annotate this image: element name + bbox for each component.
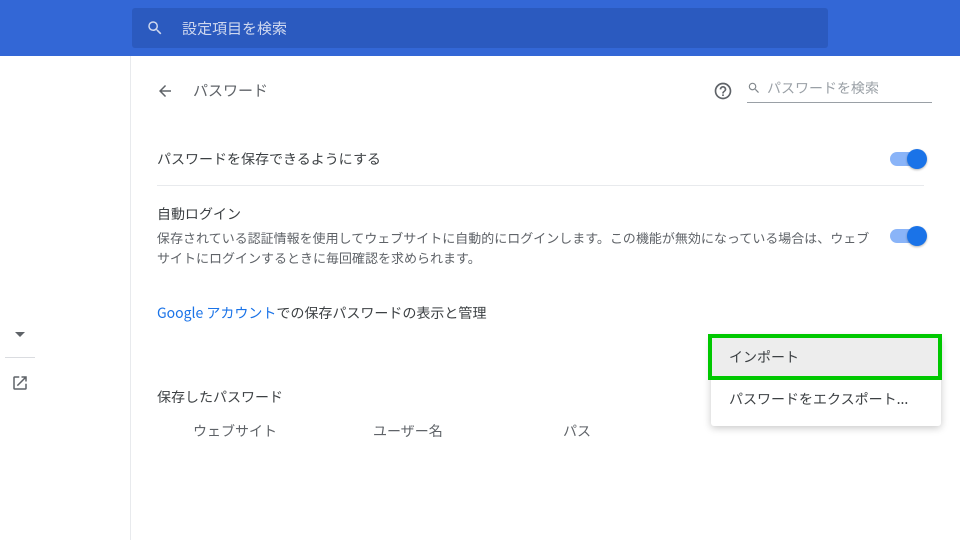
arrow-back-icon bbox=[156, 82, 174, 100]
col-website: ウェブサイト bbox=[193, 421, 373, 441]
settings-search-placeholder: 設定項目を検索 bbox=[182, 18, 287, 39]
page-title: パスワード bbox=[193, 80, 268, 101]
offer-save-row: パスワードを保存できるようにする bbox=[157, 131, 924, 186]
help-button[interactable] bbox=[713, 81, 733, 101]
top-app-bar: 設定項目を検索 bbox=[0, 0, 960, 56]
col-username: ユーザー名 bbox=[373, 421, 563, 441]
auto-signin-toggle[interactable] bbox=[890, 229, 924, 243]
password-options-menu: インポート パスワードをエクスポート... bbox=[711, 336, 941, 426]
auto-signin-title: 自動ログイン bbox=[157, 204, 870, 224]
col-password: パス bbox=[563, 421, 591, 441]
settings-search[interactable]: 設定項目を検索 bbox=[132, 8, 828, 48]
password-search-placeholder: パスワードを検索 bbox=[767, 78, 879, 98]
auto-signin-desc: 保存されている認証情報を使用してウェブサイトに自動的にログインします。この機能が… bbox=[157, 228, 870, 267]
google-account-link[interactable]: Google アカウント bbox=[157, 303, 276, 323]
sidebar bbox=[0, 56, 40, 392]
settings-content: パスワード パスワードを検索 パスワードを保存できるようにする 自動ログイン 保… bbox=[130, 56, 960, 540]
page-header: パスワード パスワードを検索 bbox=[131, 56, 960, 113]
google-account-suffix: での保存パスワードの表示と管理 bbox=[276, 303, 486, 323]
offer-save-label: パスワードを保存できるようにする bbox=[157, 149, 870, 169]
menu-item-export[interactable]: パスワードをエクスポート... bbox=[711, 378, 941, 420]
settings-page: パスワード パスワードを検索 パスワードを保存できるようにする 自動ログイン 保… bbox=[0, 56, 960, 540]
search-icon bbox=[747, 81, 761, 95]
open-in-new-icon[interactable] bbox=[11, 374, 29, 392]
chevron-down-icon[interactable] bbox=[15, 332, 25, 337]
password-search[interactable]: パスワードを検索 bbox=[747, 78, 932, 103]
google-account-row: Google アカウントでの保存パスワードの表示と管理 bbox=[157, 283, 924, 343]
back-button[interactable] bbox=[155, 81, 175, 101]
sidebar-divider bbox=[5, 357, 35, 358]
search-icon bbox=[146, 19, 164, 37]
auto-signin-row: 自動ログイン 保存されている認証情報を使用してウェブサイトに自動的にログインしま… bbox=[157, 186, 924, 283]
menu-item-import[interactable]: インポート bbox=[711, 336, 941, 378]
offer-save-toggle[interactable] bbox=[890, 152, 924, 166]
help-icon bbox=[713, 81, 733, 101]
